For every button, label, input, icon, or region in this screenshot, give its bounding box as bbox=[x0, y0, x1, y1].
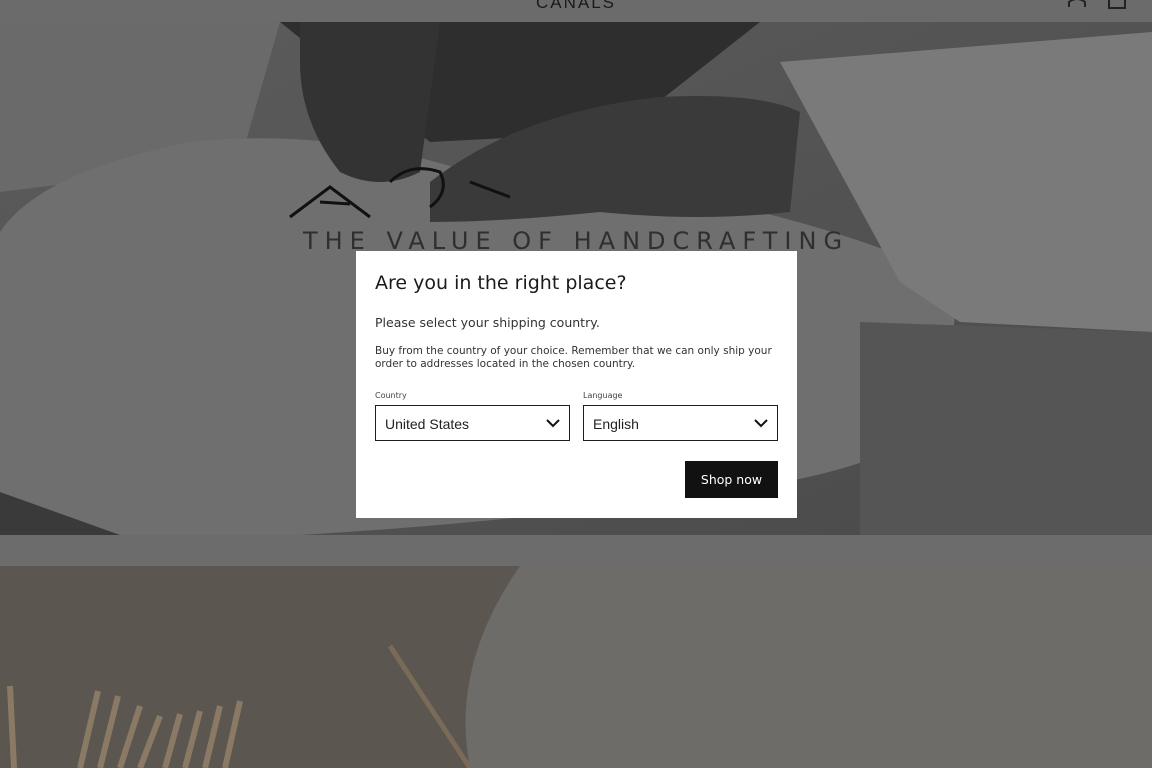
language-field: Language English bbox=[583, 391, 778, 441]
modal-description: Buy from the country of your choice. Rem… bbox=[375, 345, 772, 370]
modal-title: Are you in the right place? bbox=[375, 272, 627, 294]
country-selector-modal: Are you in the right place? Please selec… bbox=[356, 251, 797, 518]
selector-fields: Country United States Language English bbox=[375, 391, 778, 443]
country-field: Country United States bbox=[375, 391, 570, 441]
language-label: Language bbox=[583, 391, 623, 400]
modal-subtitle: Please select your shipping country. bbox=[375, 315, 600, 330]
language-value: English bbox=[593, 416, 639, 432]
chevron-down-icon bbox=[546, 419, 560, 428]
country-value: United States bbox=[385, 416, 470, 432]
country-select[interactable]: United States bbox=[375, 405, 570, 441]
country-label: Country bbox=[375, 391, 407, 400]
shop-now-button[interactable]: Shop now bbox=[685, 461, 778, 498]
language-select[interactable]: English bbox=[583, 405, 778, 441]
chevron-down-icon bbox=[754, 419, 768, 428]
